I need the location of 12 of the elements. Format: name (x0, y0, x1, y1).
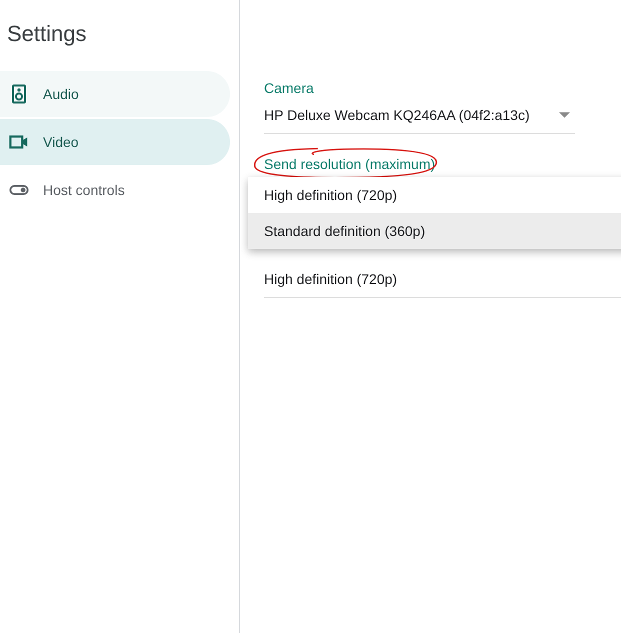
sidebar-item[interactable]: Video (0, 119, 230, 165)
dropdown-caret-icon (559, 112, 570, 118)
camera-select[interactable]: HP Deluxe Webcam KQ246AA (04f2:a13c) (264, 96, 575, 134)
sidebar-item[interactable]: Audio (0, 71, 230, 117)
sidebar-item[interactable]: Host controls (0, 167, 230, 213)
settings-title: Settings (6, 20, 88, 48)
camera-label: Camera (264, 80, 315, 96)
send-resolution-label: Send resolution (maximum) (264, 156, 436, 172)
menu-option[interactable]: High definition (720p) (248, 177, 621, 213)
receive-resolution-select[interactable]: High definition (720p) (264, 260, 621, 298)
menu-option[interactable]: Standard definition (360p) (248, 213, 621, 249)
speaker-icon (9, 84, 29, 104)
